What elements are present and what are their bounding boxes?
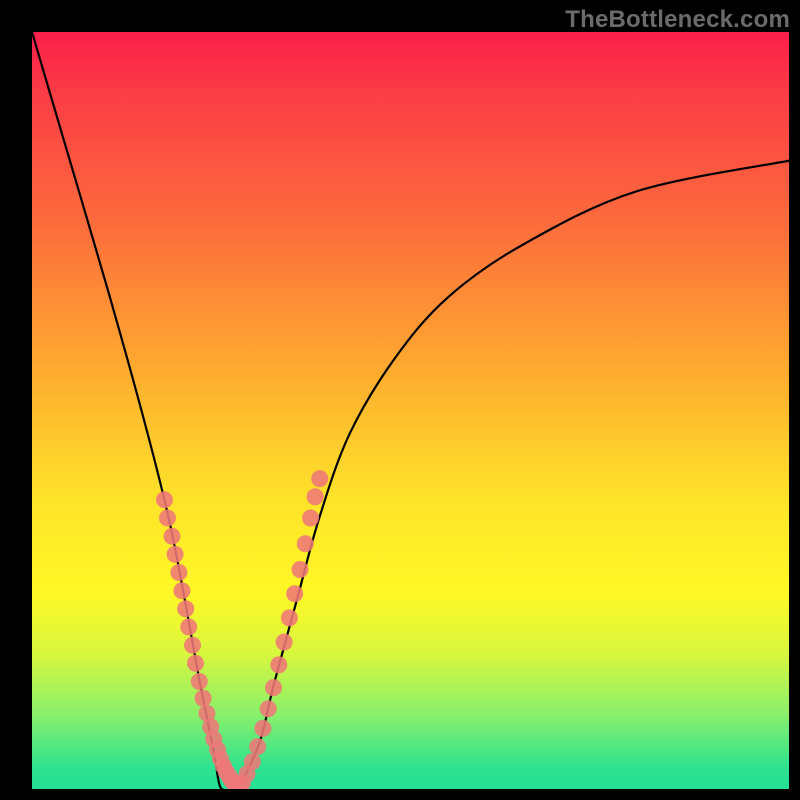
data-dot xyxy=(164,528,181,545)
data-dot xyxy=(254,720,271,737)
data-dot xyxy=(159,510,176,527)
curve-svg xyxy=(32,32,789,789)
data-dot xyxy=(173,582,190,599)
data-dot xyxy=(302,510,319,527)
data-dot xyxy=(276,634,293,651)
data-dot xyxy=(191,673,208,690)
data-dot xyxy=(187,655,204,672)
data-dot xyxy=(244,753,261,770)
dots-left-arm xyxy=(156,491,248,789)
data-dot xyxy=(286,585,303,602)
watermark: TheBottleneck.com xyxy=(565,6,790,34)
data-dot xyxy=(265,679,282,696)
data-dot xyxy=(260,700,277,717)
data-dot xyxy=(297,535,314,552)
data-dot xyxy=(292,561,309,578)
data-dot xyxy=(167,546,184,563)
chart-frame: TheBottleneck.com xyxy=(0,0,800,800)
data-dot xyxy=(307,488,324,505)
data-dot xyxy=(270,656,287,673)
data-dot xyxy=(195,690,212,707)
data-dot xyxy=(156,491,173,508)
bottleneck-curve-right xyxy=(221,161,789,789)
data-dot xyxy=(177,600,194,617)
dots-right-arm xyxy=(234,470,328,789)
bottleneck-curve-left xyxy=(32,32,236,789)
data-dot xyxy=(249,738,266,755)
plot-area xyxy=(32,32,789,789)
data-dot xyxy=(184,637,201,654)
data-dot xyxy=(311,470,328,487)
data-dot xyxy=(281,609,298,626)
data-dot xyxy=(180,619,197,636)
data-dot xyxy=(170,564,187,581)
